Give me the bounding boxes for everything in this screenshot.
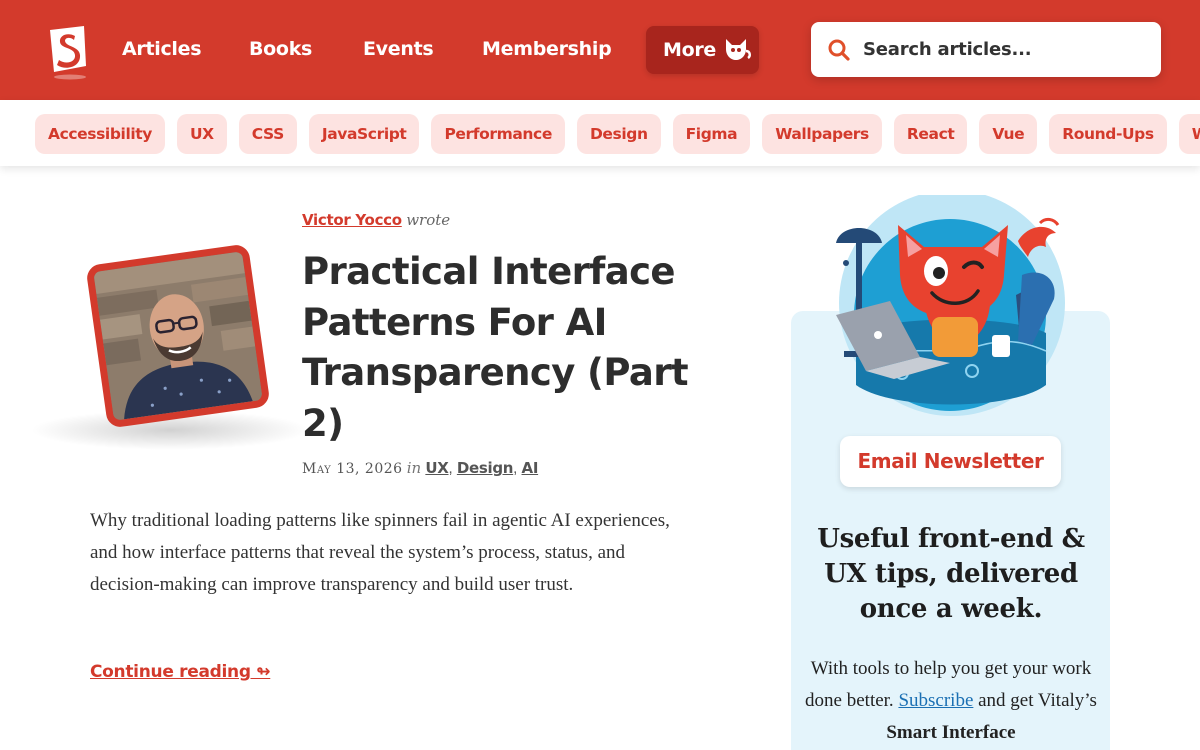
tag-round-ups[interactable]: Round-Ups [1049,114,1167,154]
byline-wrote: wrote [406,211,451,229]
cat-mascot-icon [726,39,751,60]
tag-wallpapers[interactable]: Wallpapers [762,114,882,154]
search-input[interactable] [863,30,1153,68]
newsletter-description: With tools to help you get your work don… [805,653,1097,749]
article-title[interactable]: Practical Interface Patterns For AI Tran… [302,247,702,449]
tag-css[interactable]: CSS [238,114,297,154]
author-avatar[interactable] [85,243,271,429]
nav-books[interactable]: Books [249,38,312,60]
more-label: More [663,39,717,61]
article-date: May 13, 2026 [302,461,403,477]
tag-react[interactable]: React [893,114,968,154]
tag-ux[interactable]: UX [177,114,227,154]
newsletter-bold-text: Smart Interface [886,722,1016,743]
continue-reading-link[interactable]: Continue reading ↬ [90,662,271,682]
topic-tag-strip: Accessibility UX CSS JavaScript Performa… [0,100,1200,166]
search-box [811,22,1161,77]
category-link-ai[interactable]: AI [522,459,539,477]
subscribe-link[interactable]: Subscribe [898,690,973,711]
nav-events[interactable]: Events [363,38,434,60]
newsletter-heading: Useful front-end & UX tips, delivered on… [817,524,1085,624]
author-portrait-image [93,251,264,421]
tag-performance[interactable]: Performance [431,114,565,154]
tag-web-design[interactable]: Web Design [1178,114,1200,154]
tag-design[interactable]: Design [576,114,661,154]
search-icon[interactable] [827,38,851,62]
tag-accessibility[interactable]: Accessibility [35,114,165,154]
cat-mascot-illustration [836,195,1065,416]
tag-list: Accessibility UX CSS JavaScript Performa… [35,114,1200,154]
meta-in: in [406,459,422,477]
nav-articles[interactable]: Articles [122,38,202,60]
tag-figma[interactable]: Figma [672,114,751,154]
tag-vue[interactable]: Vue [979,114,1038,154]
tag-javascript[interactable]: JavaScript [308,114,420,154]
nav-membership[interactable]: Membership [482,38,612,60]
smashing-logo-icon[interactable] [44,22,92,80]
category-link-ux[interactable]: UX [425,459,448,477]
category-link-design[interactable]: Design [457,459,514,477]
article-meta: May 13, 2026 in UX, Design, AI [302,459,539,477]
more-menu-button[interactable]: More [646,26,759,74]
article-excerpt: Why traditional loading patterns like sp… [90,510,670,595]
top-navigation-bar: Articles Books Events Membership More [0,0,1200,100]
newsletter-text-after: and get Vitaly’s [978,690,1097,711]
author-link[interactable]: Victor Yocco [302,211,402,229]
email-newsletter-badge: Email Newsletter [840,436,1061,487]
article-byline: Victor Yocco wrote [302,211,450,230]
